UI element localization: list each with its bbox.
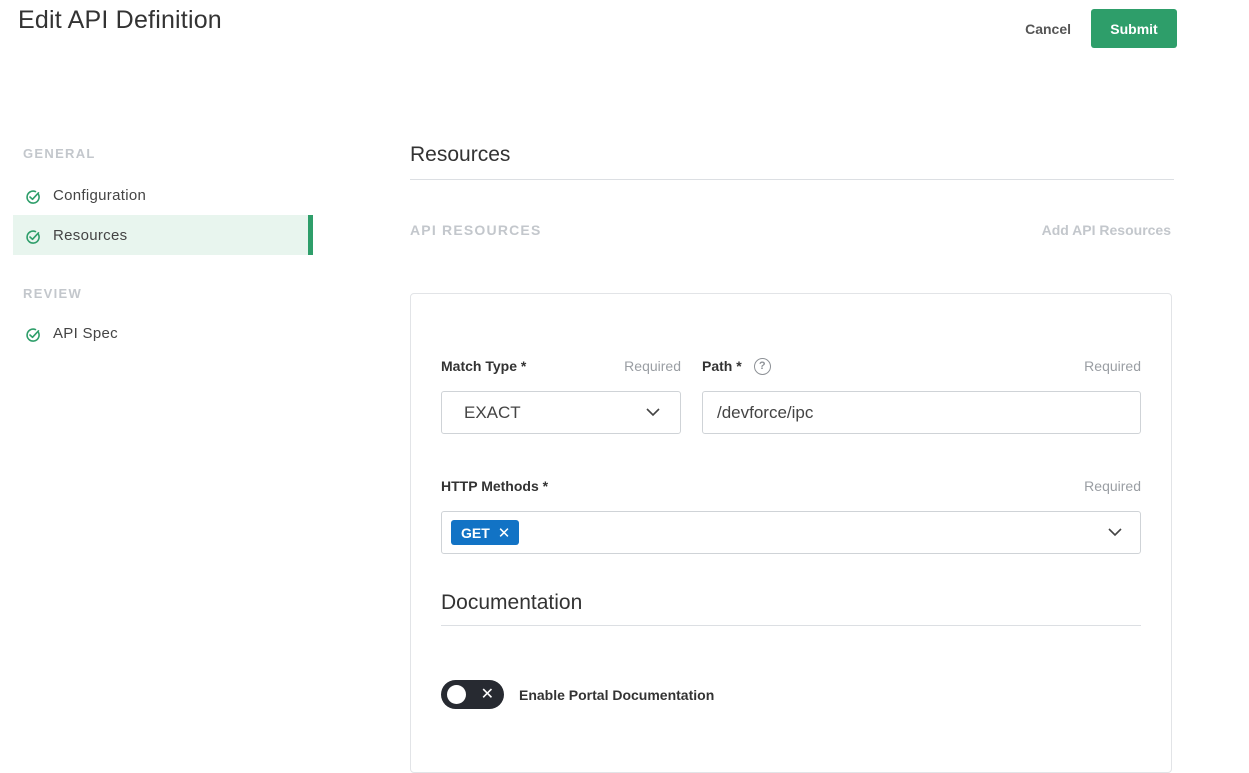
check-circle-icon [26, 230, 40, 244]
header-actions: Cancel Submit [1025, 9, 1177, 48]
http-methods-select[interactable]: GET ✕ [441, 511, 1141, 554]
sidebar-item-configuration[interactable]: Configuration [13, 175, 313, 215]
close-icon: ✕ [480, 686, 494, 703]
toggle-knob [447, 685, 466, 704]
section-title: Resources [410, 140, 1174, 180]
chevron-down-icon [1108, 528, 1122, 537]
help-icon[interactable]: ? [753, 357, 771, 375]
add-api-resources-link[interactable]: Add API Resources [1042, 222, 1171, 238]
page-title: Edit API Definition [18, 6, 222, 34]
main-content: Resources API RESOURCES Add API Resource… [410, 140, 1174, 773]
method-chip-get: GET ✕ [451, 520, 520, 545]
api-resources-header: API RESOURCES Add API Resources [410, 220, 1174, 240]
chip-label: GET [461, 524, 490, 541]
check-circle-icon [26, 190, 40, 204]
path-label: Path * [702, 358, 742, 374]
sidebar-item-resources[interactable]: Resources [13, 215, 313, 255]
path-input[interactable]: /devforce/ipc [702, 391, 1141, 434]
portal-documentation-toggle[interactable]: ✕ [441, 680, 504, 709]
sidebar: GENERAL Configuration Resources REVIEW A… [13, 140, 313, 353]
check-circle-icon [26, 328, 40, 342]
resource-card: Match Type * Required EXACT Path * ? Req… [410, 293, 1172, 773]
toggle-label: Enable Portal Documentation [519, 686, 715, 703]
documentation-section: Documentation [441, 590, 1141, 626]
match-type-label: Match Type * [441, 358, 527, 374]
documentation-toggle-row: ✕ Enable Portal Documentation [441, 680, 1141, 709]
http-methods-field: HTTP Methods * Required GET ✕ [441, 476, 1141, 554]
remove-chip-icon[interactable]: ✕ [498, 524, 511, 542]
sidebar-item-label: Resources [53, 226, 128, 244]
sidebar-item-label: API Spec [53, 324, 118, 342]
chevron-down-icon [646, 408, 660, 417]
match-type-value: EXACT [464, 402, 521, 422]
match-type-field: Match Type * Required EXACT [441, 356, 681, 434]
match-type-select[interactable]: EXACT [441, 391, 681, 434]
sidebar-section-review: REVIEW [23, 286, 83, 301]
http-methods-label: HTTP Methods * [441, 478, 549, 494]
api-resources-label: API RESOURCES [410, 222, 542, 238]
submit-button[interactable]: Submit [1091, 9, 1177, 48]
path-field: Path * ? Required /devforce/ipc [702, 356, 1141, 434]
documentation-title: Documentation [441, 590, 1141, 626]
sidebar-item-api-spec[interactable]: API Spec [13, 313, 313, 353]
sidebar-section-general: GENERAL [23, 146, 96, 161]
cancel-button[interactable]: Cancel [1025, 13, 1071, 45]
path-value: /devforce/ipc [717, 402, 814, 422]
required-label: Required [624, 358, 681, 374]
required-label: Required [1084, 358, 1141, 374]
sidebar-item-label: Configuration [53, 186, 147, 204]
required-label: Required [1084, 478, 1141, 494]
